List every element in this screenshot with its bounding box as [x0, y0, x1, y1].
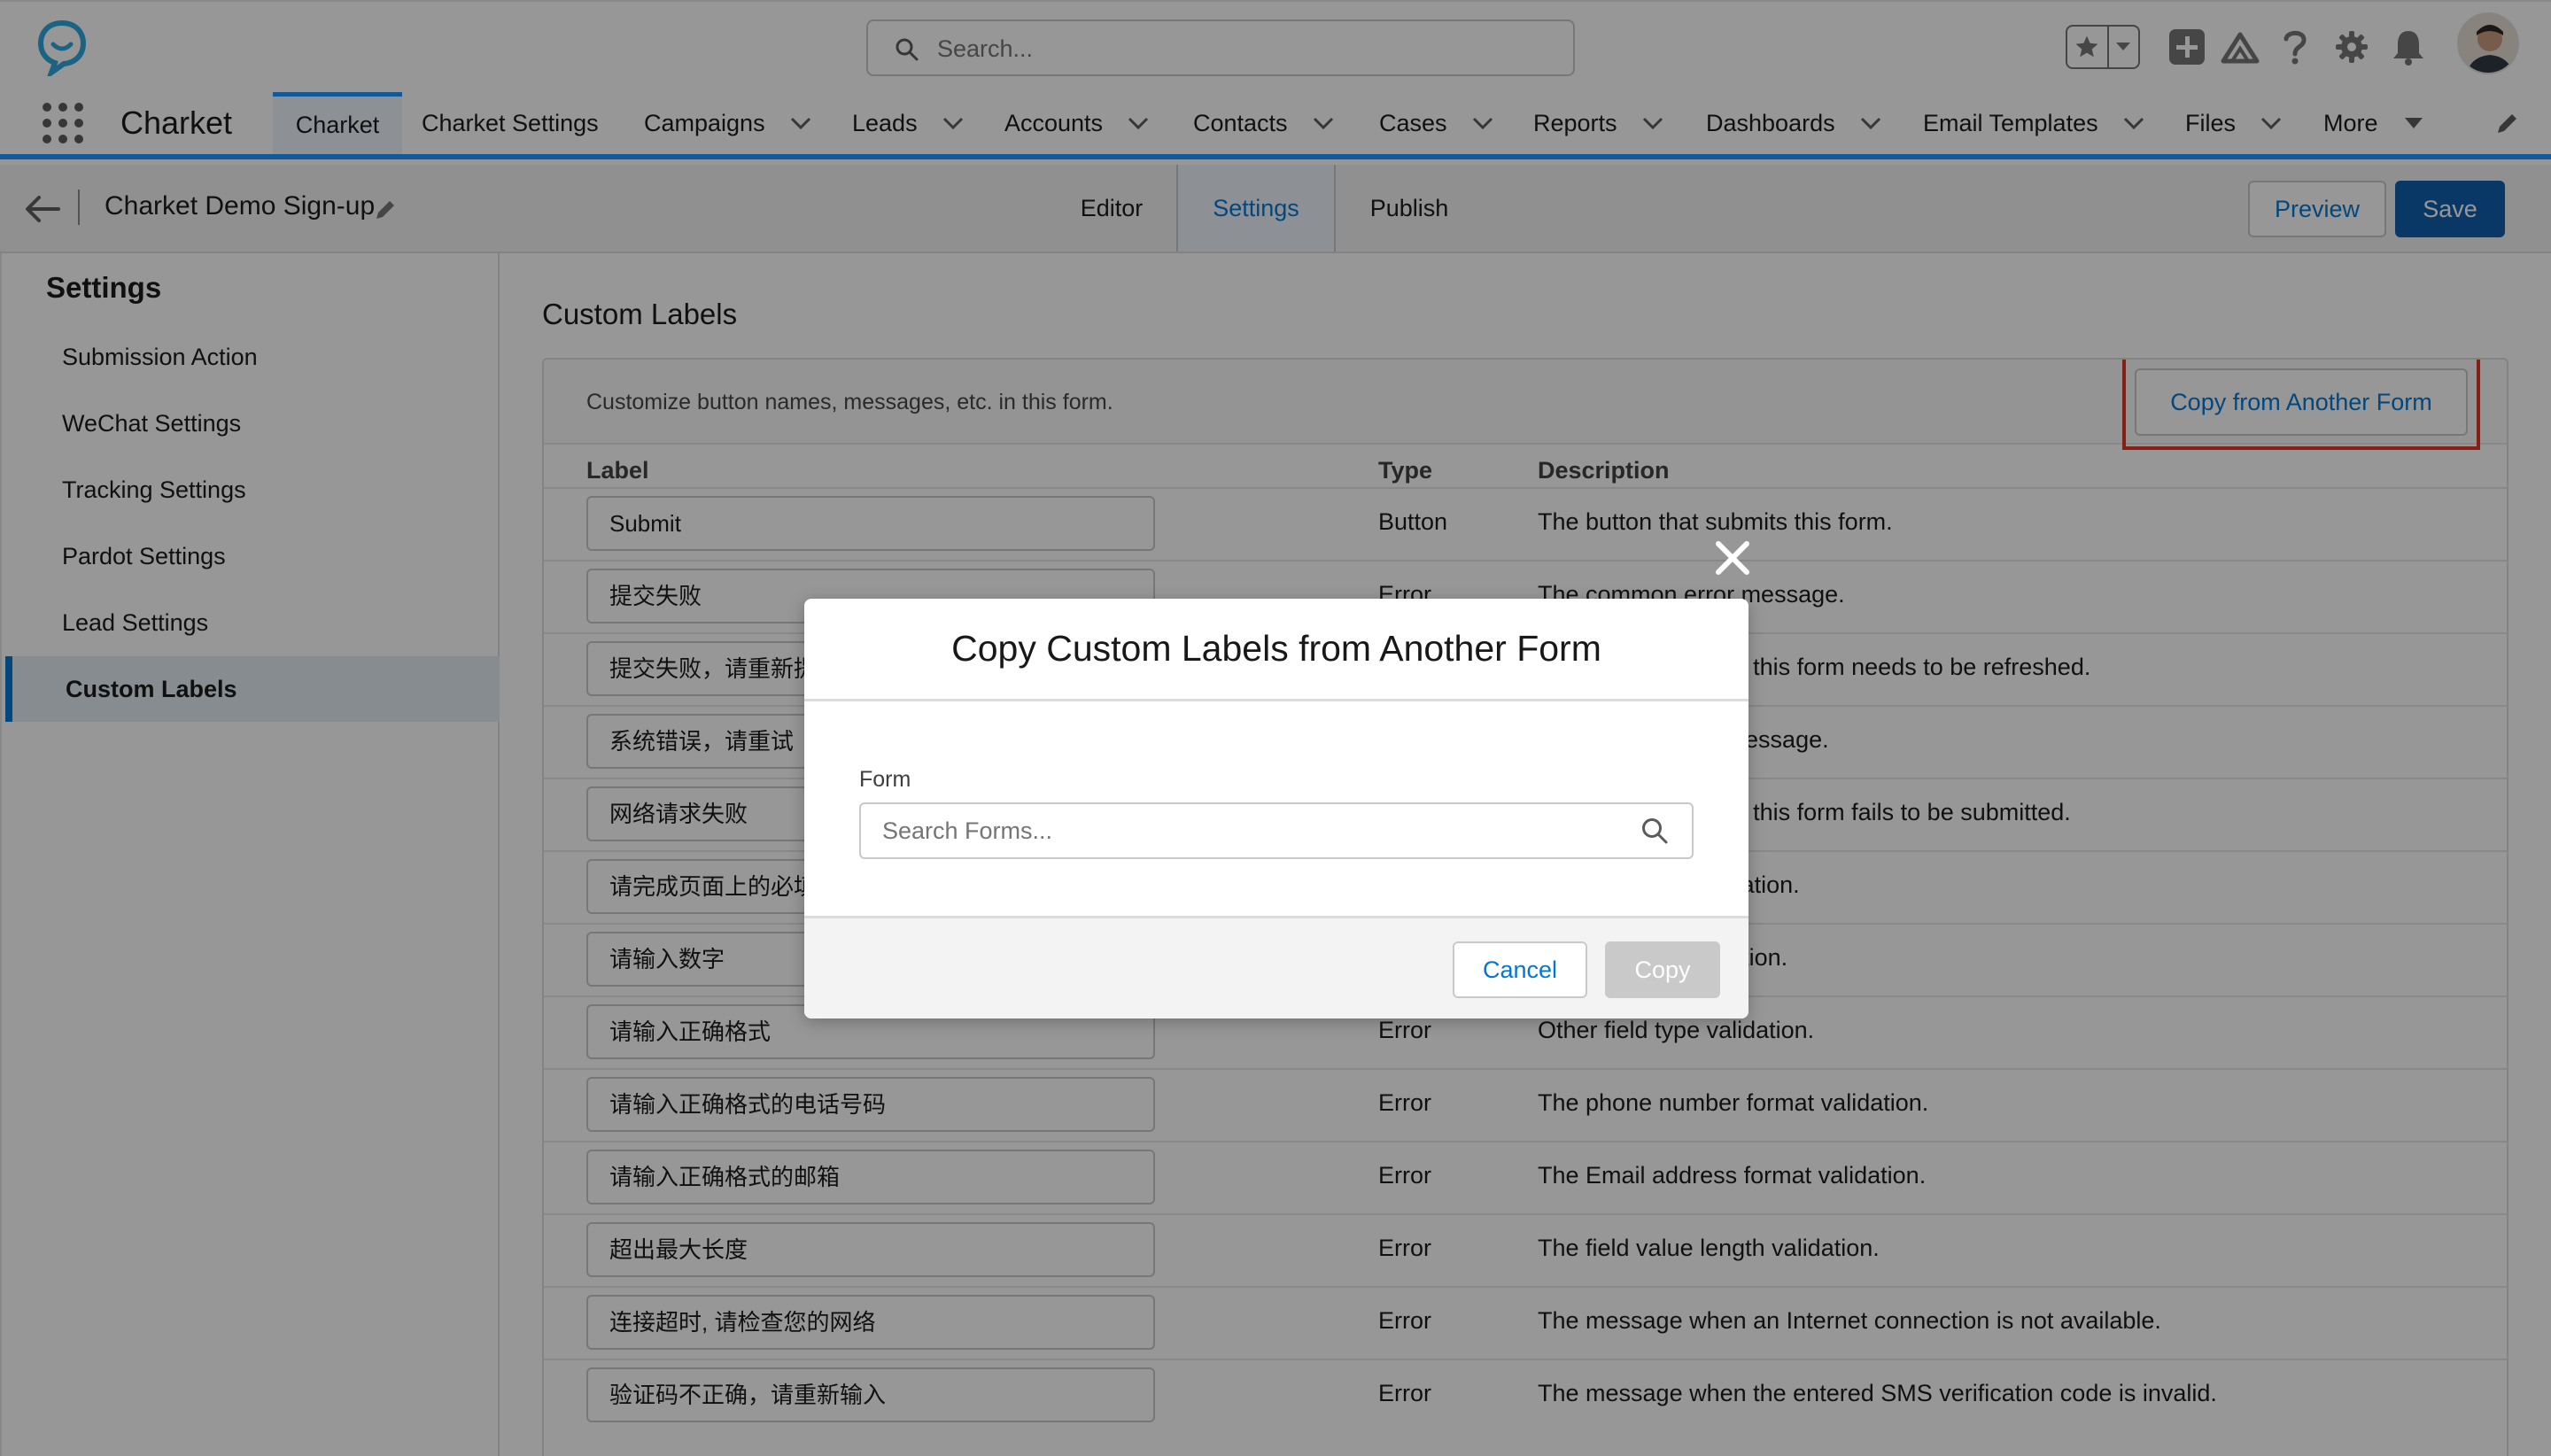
close-modal-button[interactable] — [1711, 537, 1754, 579]
form-field-label: Form — [859, 767, 911, 792]
cancel-button[interactable]: Cancel — [1453, 941, 1587, 998]
modal-title: Copy Custom Labels from Another Form — [804, 599, 1748, 701]
search-forms-input[interactable] — [859, 802, 1694, 859]
copy-button[interactable]: Copy — [1605, 941, 1720, 998]
close-icon — [1716, 541, 1749, 575]
search-icon — [1642, 818, 1668, 844]
copy-labels-modal: Copy Custom Labels from Another Form For… — [804, 599, 1748, 1018]
modal-footer: Cancel Copy — [804, 916, 1748, 1018]
